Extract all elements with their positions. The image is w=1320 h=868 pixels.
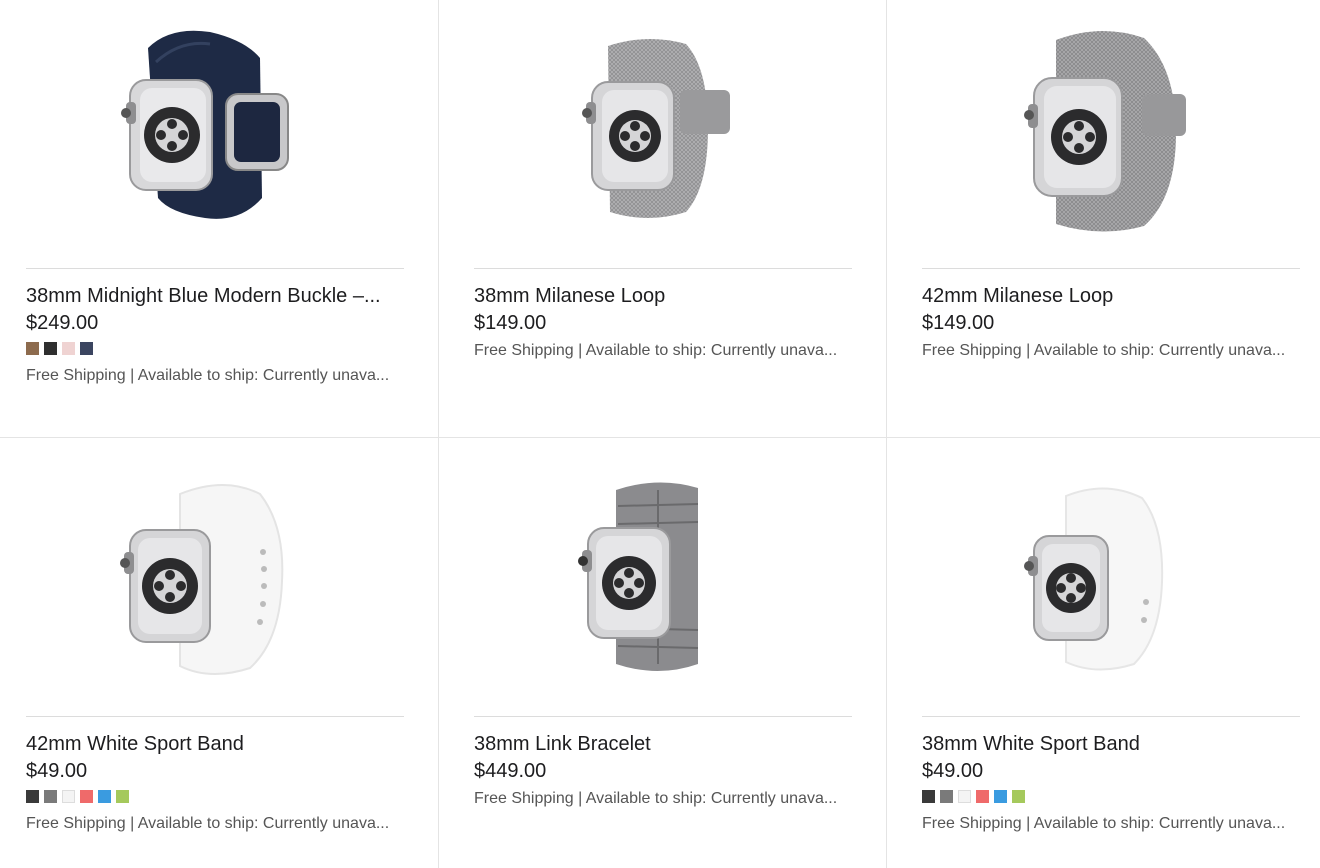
color-swatches: [26, 790, 129, 803]
product-image[interactable]: [110, 466, 310, 686]
color-swatches: [26, 342, 93, 355]
product-name[interactable]: 38mm Link Bracelet: [474, 732, 852, 756]
color-swatch[interactable]: [994, 790, 1007, 803]
product-tile-4[interactable]: 38mm Link Bracelet $449.00 Free Shipping…: [448, 448, 896, 868]
product-image[interactable]: [110, 18, 310, 238]
link-bracelet-watch-icon: [578, 482, 699, 671]
product-tile-5[interactable]: 38mm White Sport Band $49.00 Free Shippi…: [896, 448, 1320, 868]
product-tile-1[interactable]: 38mm Milanese Loop $149.00 Free Shipping…: [448, 0, 896, 434]
shipping-info: Free Shipping | Available to ship: Curre…: [474, 790, 838, 807]
product-image[interactable]: [548, 18, 748, 238]
product-image[interactable]: [548, 466, 748, 686]
divider: [26, 716, 404, 717]
color-swatch[interactable]: [80, 342, 93, 355]
color-swatch[interactable]: [62, 342, 75, 355]
divider: [922, 716, 1300, 717]
color-swatch[interactable]: [26, 790, 39, 803]
color-swatch[interactable]: [44, 342, 57, 355]
divider: [26, 268, 404, 269]
white-sport-band-watch-icon: [120, 484, 284, 676]
shipping-info: Free Shipping | Available to ship: Curre…: [26, 367, 390, 384]
product-grid: 38mm Midnight Blue Modern Buckle –... $2…: [0, 0, 1320, 868]
product-image[interactable]: [996, 18, 1196, 238]
product-price: $149.00: [922, 312, 995, 334]
shipping-info: Free Shipping | Available to ship: Curre…: [922, 815, 1286, 832]
row-divider: [0, 437, 1320, 438]
product-name[interactable]: 38mm White Sport Band: [922, 732, 1300, 756]
color-swatches: [922, 790, 1025, 803]
product-tile-3[interactable]: 42mm White Sport Band $49.00 Free Shippi…: [0, 448, 448, 868]
product-price: $449.00: [474, 760, 547, 782]
divider: [474, 268, 852, 269]
color-swatch[interactable]: [1012, 790, 1025, 803]
milanese-loop-watch-icon: [1024, 30, 1186, 232]
product-price: $49.00: [922, 760, 984, 782]
product-name[interactable]: 42mm Milanese Loop: [922, 284, 1300, 308]
product-price: $49.00: [26, 760, 88, 782]
divider: [474, 716, 852, 717]
product-tile-0[interactable]: 38mm Midnight Blue Modern Buckle –... $2…: [0, 0, 448, 434]
color-swatch[interactable]: [976, 790, 989, 803]
product-name[interactable]: 42mm White Sport Band: [26, 732, 404, 756]
color-swatch[interactable]: [940, 790, 953, 803]
product-image[interactable]: [996, 466, 1196, 686]
color-swatch[interactable]: [44, 790, 57, 803]
color-swatch[interactable]: [62, 790, 75, 803]
shipping-info: Free Shipping | Available to ship: Curre…: [922, 342, 1286, 359]
product-tile-2[interactable]: 42mm Milanese Loop $149.00 Free Shipping…: [896, 0, 1320, 434]
color-swatch[interactable]: [26, 342, 39, 355]
product-name[interactable]: 38mm Milanese Loop: [474, 284, 852, 308]
shipping-info: Free Shipping | Available to ship: Curre…: [26, 815, 390, 832]
color-swatch[interactable]: [80, 790, 93, 803]
midnight-blue-modern-buckle-watch-icon: [121, 30, 289, 219]
product-price: $249.00: [26, 312, 99, 334]
divider: [922, 268, 1300, 269]
white-sport-band-watch-icon: [1024, 487, 1164, 671]
color-swatch[interactable]: [922, 790, 935, 803]
product-price: $149.00: [474, 312, 547, 334]
color-swatch[interactable]: [116, 790, 129, 803]
shipping-info: Free Shipping | Available to ship: Curre…: [474, 342, 838, 359]
color-swatch[interactable]: [958, 790, 971, 803]
milanese-loop-watch-icon: [582, 38, 730, 219]
color-swatch[interactable]: [98, 790, 111, 803]
product-name[interactable]: 38mm Midnight Blue Modern Buckle –...: [26, 284, 404, 308]
